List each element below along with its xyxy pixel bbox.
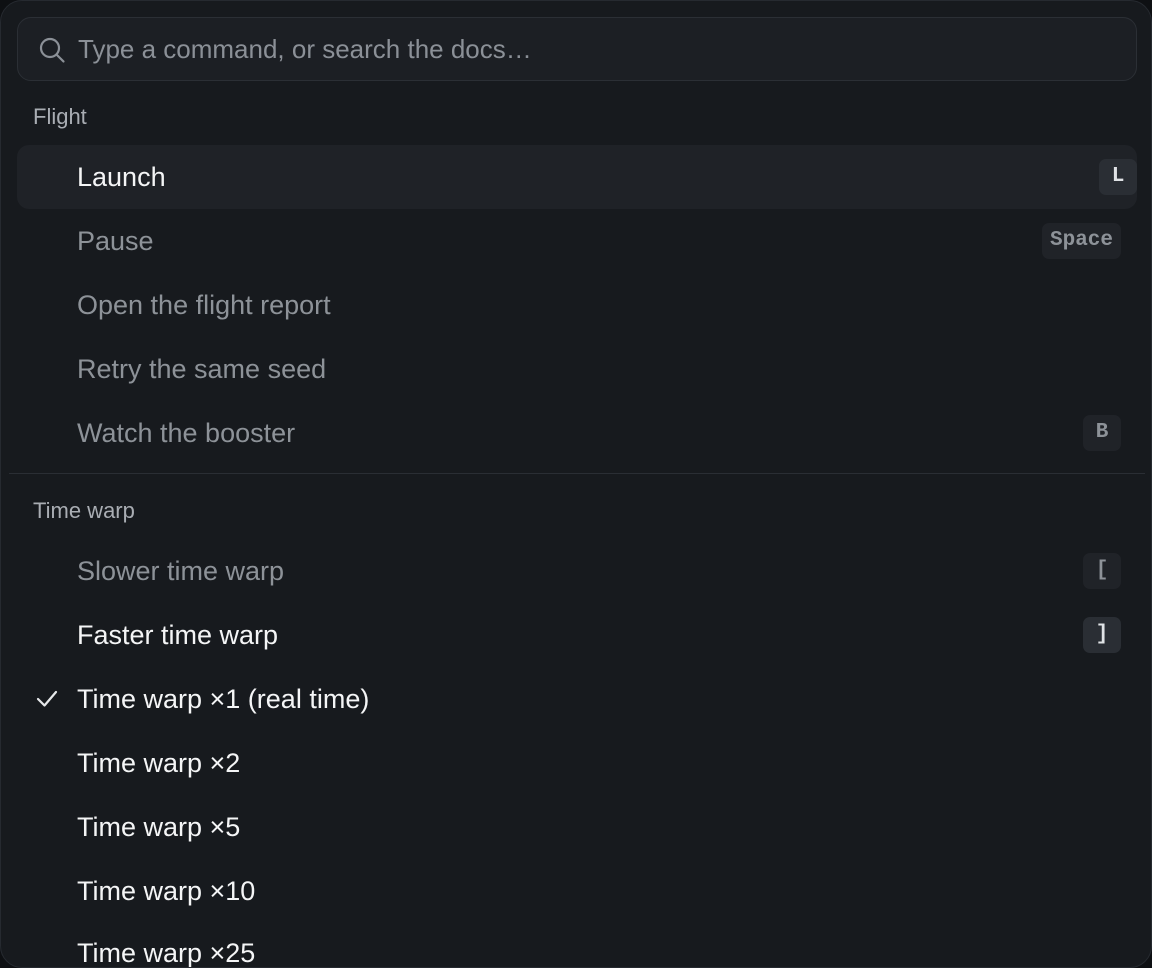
menu-item-label: Time warp ×10	[77, 876, 256, 906]
menu-item-time-warp-x25[interactable]: Time warp ×25	[17, 921, 1137, 968]
search-icon	[39, 37, 65, 63]
menu-item-launch[interactable]: Launch L	[17, 145, 1137, 209]
menu-item-label: Time warp ×2	[77, 748, 241, 778]
menu-item-label: Open the flight report	[77, 290, 331, 320]
shortcut-key: ]	[1083, 617, 1121, 653]
shortcut-key: L	[1099, 159, 1137, 195]
search-box[interactable]	[17, 17, 1137, 81]
menu-item-time-warp-x10[interactable]: Time warp ×10	[17, 859, 1137, 923]
menu-item-slower-time-warp[interactable]: Slower time warp [	[17, 539, 1137, 603]
group-label-time-warp: Time warp	[33, 498, 135, 523]
shortcut-key: Space	[1041, 223, 1121, 259]
menu-item-retry-same-seed[interactable]: Retry the same seed	[17, 337, 1137, 401]
menu-item-label: Time warp ×5	[77, 812, 241, 842]
menu-item-label: Retry the same seed	[77, 354, 327, 384]
menu-item-label: Faster time warp	[77, 620, 279, 650]
menu-item-label: Time warp ×25	[77, 938, 256, 968]
menu-item-label: Watch the booster	[77, 418, 296, 448]
menu-item-pause[interactable]: Pause Space	[17, 209, 1137, 273]
command-palette: Flight Launch L Pause Space Open the fli…	[0, 0, 1152, 968]
search-input[interactable]	[78, 18, 1118, 80]
check-icon	[36, 690, 58, 707]
group-divider	[9, 473, 1145, 474]
menu-item-label: Launch	[77, 162, 166, 192]
menu-item-watch-booster[interactable]: Watch the booster B	[17, 401, 1137, 465]
shortcut-key: B	[1083, 415, 1121, 451]
menu-item-label: Slower time warp	[77, 556, 285, 586]
menu-item-faster-time-warp[interactable]: Faster time warp ]	[17, 603, 1137, 667]
menu-item-time-warp-x1[interactable]: Time warp ×1 (real time)	[17, 667, 1137, 731]
menu-item-time-warp-x5[interactable]: Time warp ×5	[17, 795, 1137, 859]
menu-item-time-warp-x2[interactable]: Time warp ×2	[17, 731, 1137, 795]
shortcut-key: [	[1083, 553, 1121, 589]
menu-item-label: Time warp ×1 (real time)	[77, 684, 370, 714]
group-label-flight: Flight	[33, 104, 87, 129]
menu-item-label: Pause	[77, 226, 154, 256]
menu-item-open-flight-report[interactable]: Open the flight report	[17, 273, 1137, 337]
